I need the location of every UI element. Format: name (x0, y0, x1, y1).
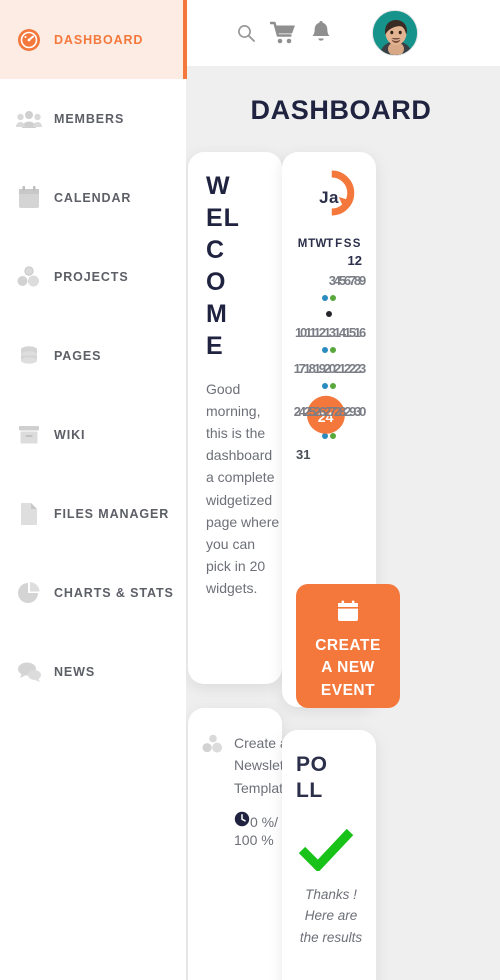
sidebar-item-label: CALENDAR (54, 190, 132, 205)
calendar-event-dots (282, 342, 376, 358)
dow-label: F (335, 238, 342, 250)
calendar-widget: Ja M T W T F S S 12 3456789 101112131415… (282, 152, 400, 708)
calendar-week-row[interactable]: 17181920212223 (282, 358, 376, 378)
chat-bubbles-icon (16, 659, 42, 685)
calendar-day-headers: M T W T F S S (282, 238, 376, 250)
event-dot (322, 433, 328, 439)
task-widget: Create a Newsletter Template 0 % / 100 % (188, 708, 282, 980)
archive-icon (16, 422, 42, 448)
sidebar-item-label: WIKI (54, 427, 86, 442)
task-progress-total: 100 % (234, 832, 274, 849)
calendar-week-days: 12 (347, 252, 362, 268)
calendar-week-days: 10111213141516 (295, 324, 366, 340)
calendar-week-days: 24252627282930 (293, 403, 367, 419)
dow-label: T (326, 238, 333, 250)
dow-label: S (352, 238, 361, 250)
top-bar (186, 0, 500, 66)
sidebar-item-label: NEWS (54, 664, 96, 679)
file-icon (16, 501, 42, 527)
sidebar-item-label: CHARTS & STATS (54, 585, 174, 600)
dow-label: M (297, 238, 308, 250)
welcome-title: WELCOME (206, 172, 240, 360)
btn-line-2: A NEW (321, 659, 375, 677)
boxes-icon (16, 264, 42, 290)
calendar-header: Ja (282, 168, 376, 234)
btn-line-1: CREATE (315, 637, 381, 654)
clock-icon (234, 811, 250, 830)
sidebar-item-news[interactable]: NEWS (0, 632, 186, 711)
calendar-week-row[interactable]: 10111213141516 (282, 322, 376, 342)
task-progress-separator: / (274, 813, 279, 830)
cart-icon[interactable] (270, 21, 296, 45)
calendar-icon (16, 185, 42, 211)
welcome-widget: WELCOME Good morning, this is the dashbo… (188, 152, 282, 684)
bell-icon[interactable] (310, 21, 332, 45)
sidebar-item-calendar[interactable]: CALENDAR (0, 158, 186, 237)
event-dot (322, 383, 328, 389)
sidebar-item-charts-stats[interactable]: CHARTS & STATS (0, 553, 186, 632)
create-new-event-button[interactable]: CREATE A NEW EVENT (296, 584, 400, 708)
calendar-week-row[interactable]: 31 (282, 444, 376, 464)
sidebar-item-label: FILES MANAGER (54, 506, 170, 521)
sidebar-item-files-manager[interactable]: FILES MANAGER (0, 474, 186, 553)
page-title: DASHBOARD (250, 95, 432, 125)
boxes-icon (202, 734, 224, 980)
sidebar-item-dashboard[interactable]: DASHBOARD (0, 0, 187, 79)
calendar-icon (337, 600, 359, 627)
sidebar-item-projects[interactable]: PROJECTS (0, 237, 186, 316)
sidebar-item-members[interactable]: MEMBERS (0, 79, 186, 158)
sidebar-item-pages[interactable]: PAGES (0, 316, 186, 395)
event-dot (322, 295, 328, 301)
dow-label: S (343, 238, 352, 250)
event-dot (330, 347, 336, 353)
calendar-event-dots (282, 306, 376, 322)
pie-chart-icon (16, 580, 42, 606)
calendar-month-label: Ja (319, 188, 339, 207)
calendar-week-row-selected[interactable]: 24252627282930 24 (282, 394, 376, 434)
search-icon[interactable] (236, 23, 256, 43)
task-title: Create a Newsletter Template (234, 735, 282, 796)
sidebar-item-label: MEMBERS (54, 111, 125, 126)
sidebar-item-label: PROJECTS (54, 269, 129, 284)
task-progress: 0 % / 100 % (234, 811, 282, 848)
calendar-week-row[interactable]: 3456789 (282, 270, 376, 290)
calendar-week-row[interactable]: 12 (282, 250, 376, 270)
sidebar-item-wiki[interactable]: WIKI (0, 395, 186, 474)
calendar-week-days: 31 (296, 446, 311, 462)
sidebar-item-label: DASHBOARD (54, 32, 144, 47)
users-icon (16, 106, 42, 132)
calendar-event-dots (282, 290, 376, 306)
event-dot (326, 311, 332, 317)
app-root: DASHBOARD MEMBERS CALENDAR PROJECTS PAGE (0, 0, 500, 980)
poll-widget: POLL Thanks ! Here are the results (282, 730, 376, 980)
calendar-event-dots (282, 378, 376, 394)
topbar-icon-group (236, 10, 418, 56)
calendar-week-days: 3456789 (328, 272, 366, 288)
check-mark-icon (298, 827, 366, 876)
create-new-event-label: CREATE A NEW EVENT (314, 635, 382, 702)
dow-label: W (315, 238, 327, 250)
sidebar-item-label: PAGES (54, 348, 102, 363)
dow-label: T (308, 238, 315, 250)
database-icon (16, 343, 42, 369)
poll-title: POLL (296, 753, 328, 803)
event-dot (330, 295, 336, 301)
event-dot (322, 347, 328, 353)
avatar[interactable] (372, 10, 418, 56)
speedometer-icon (16, 27, 42, 53)
event-dot (330, 383, 336, 389)
sidebar: DASHBOARD MEMBERS CALENDAR PROJECTS PAGE (0, 0, 187, 980)
btn-line-3: EVENT (320, 681, 376, 699)
poll-message: Thanks ! Here are the results (299, 886, 363, 946)
event-dot (330, 433, 336, 439)
main-content: DASHBOARD WELCOME Good morning, this is … (186, 66, 500, 980)
welcome-body: Good morning, this is the dashboard a co… (206, 381, 280, 596)
task-progress-current: 0 % (250, 813, 275, 830)
calendar-week-days: 17181920212223 (293, 360, 367, 376)
